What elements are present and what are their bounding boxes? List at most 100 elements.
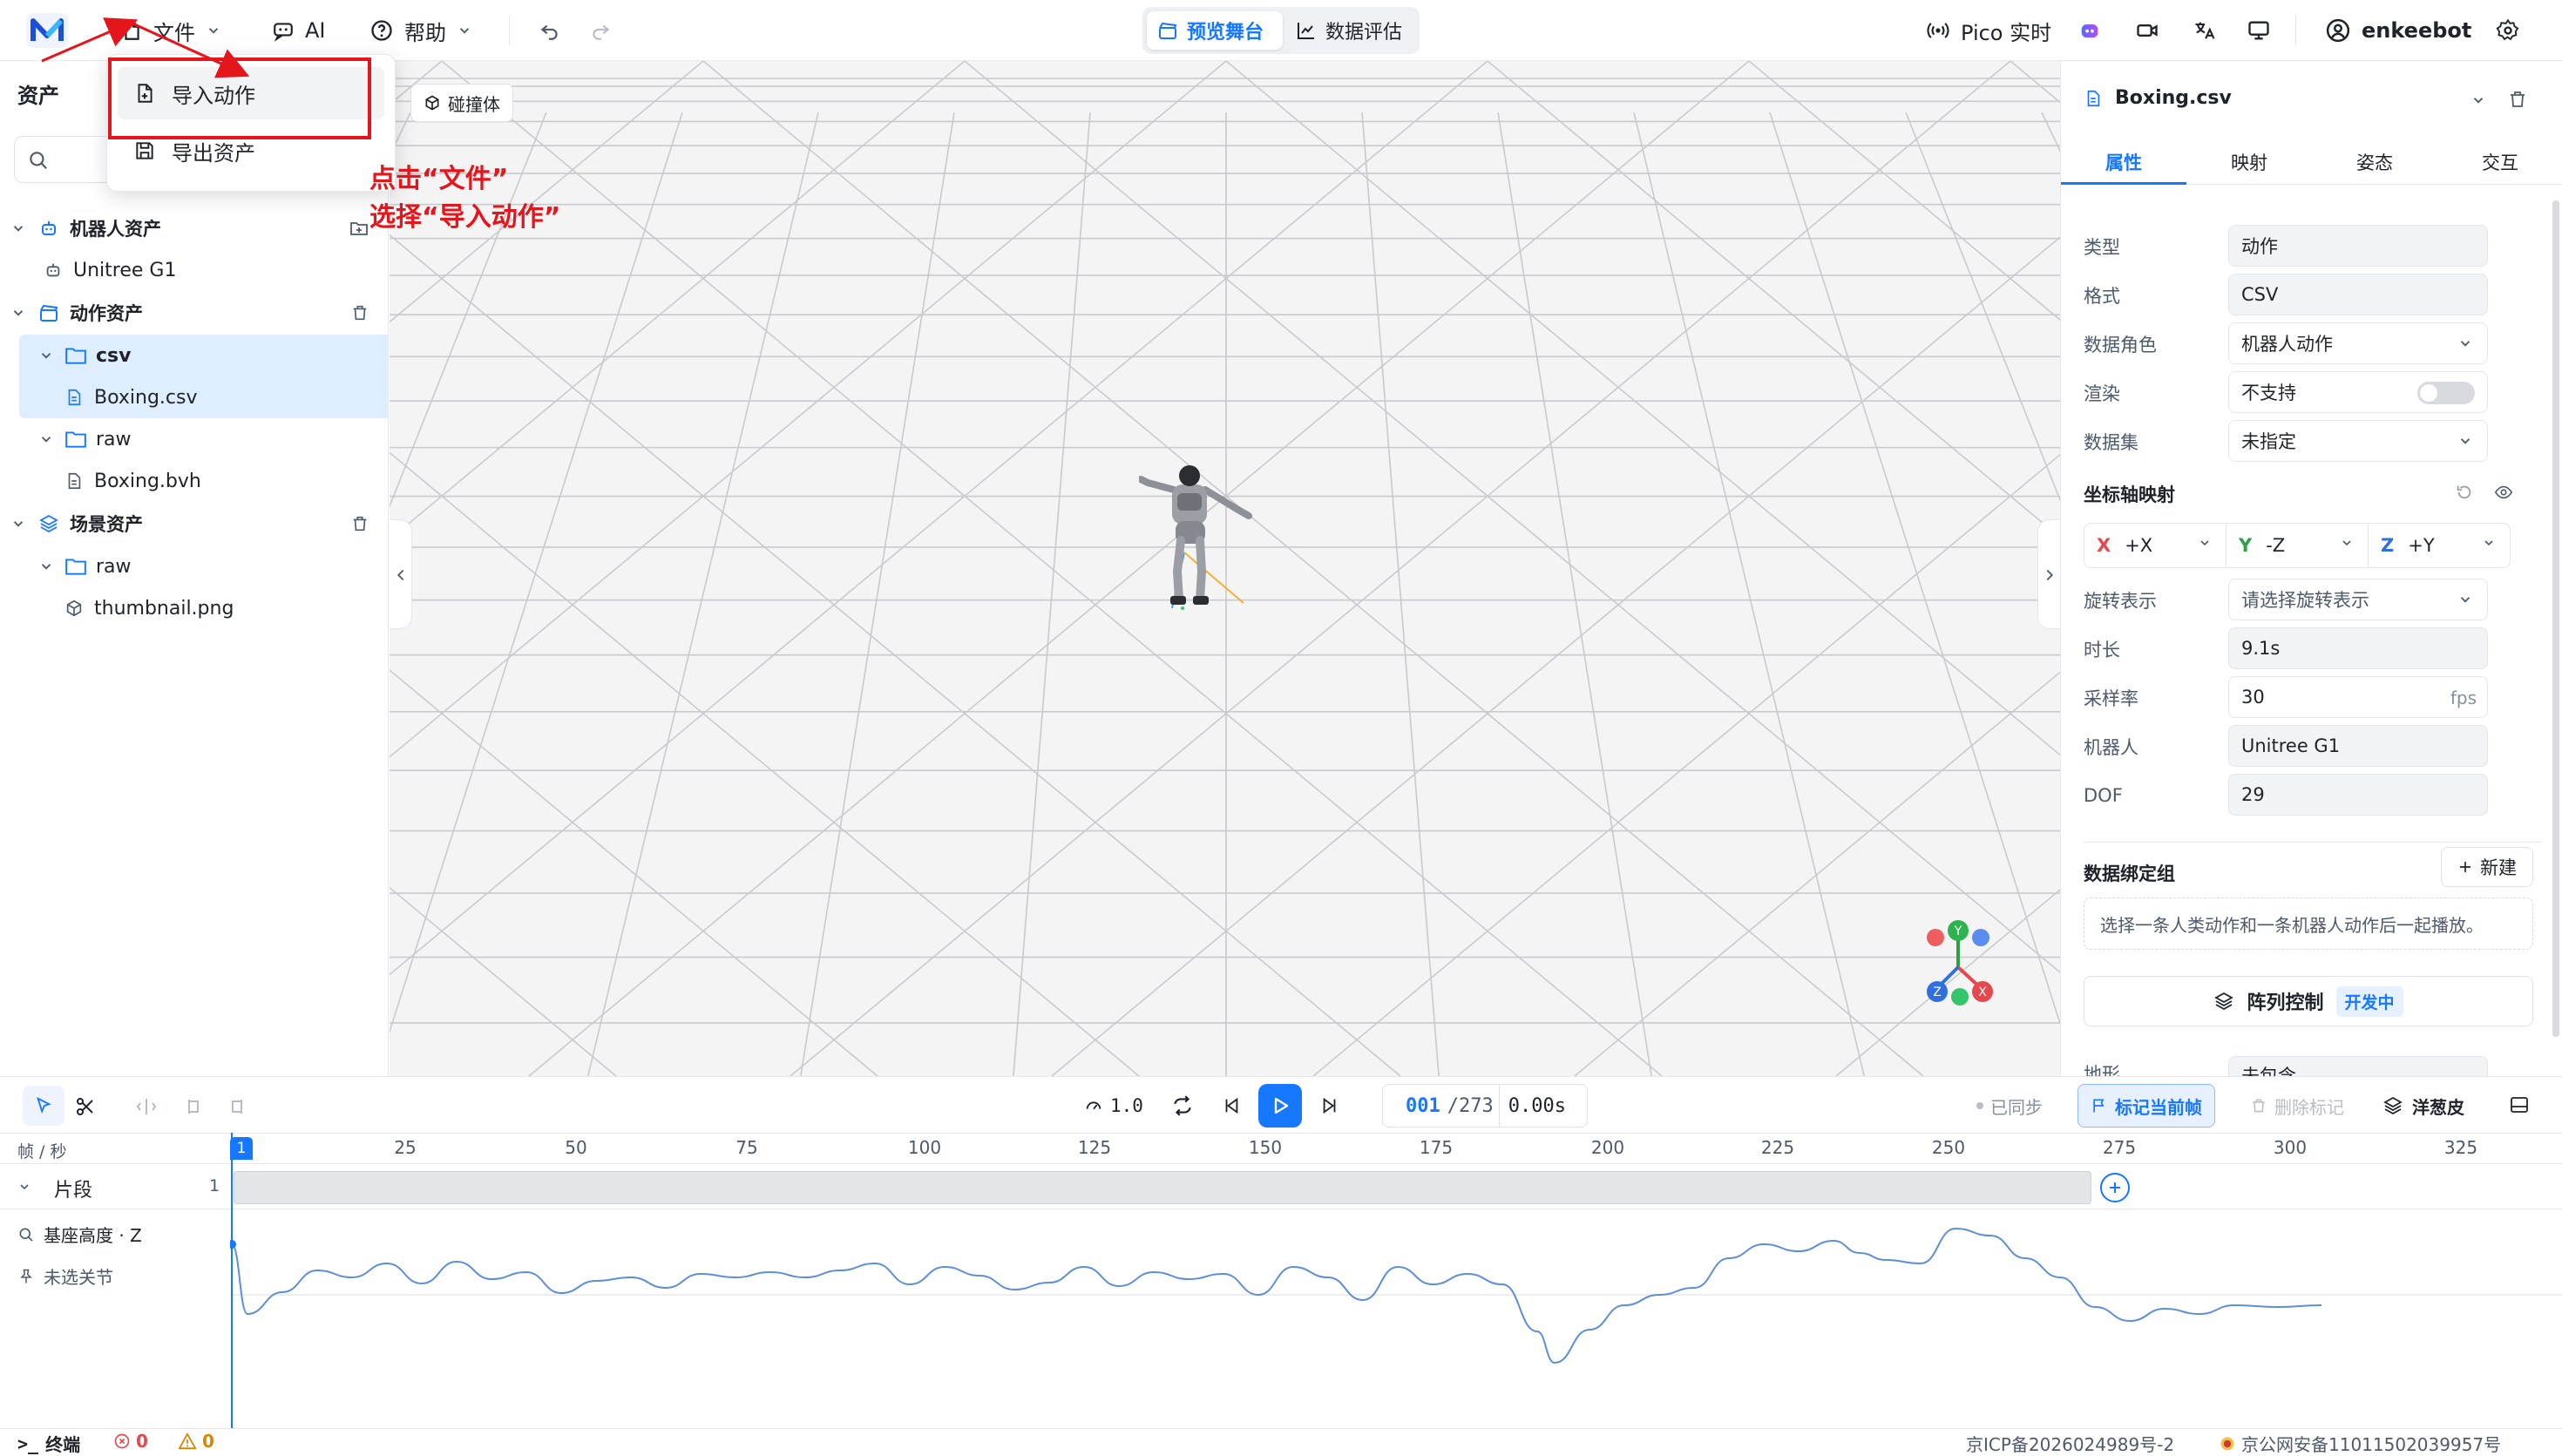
onion-skin-button[interactable]: 洋葱皮: [2374, 1084, 2473, 1128]
tree-group-motion-assets[interactable]: 动作资产: [0, 292, 389, 334]
select-tool-button[interactable]: [23, 1086, 64, 1126]
camera-button[interactable]: [2135, 0, 2159, 61]
tree-folder-label: raw: [96, 555, 132, 578]
trim-start-icon[interactable]: [183, 1096, 204, 1117]
menu-item-label: 导出资产: [172, 140, 255, 166]
warning-count[interactable]: 0: [178, 1431, 214, 1452]
translate-button[interactable]: [2193, 0, 2217, 61]
skip-forward-icon[interactable]: [1320, 1096, 1339, 1115]
trash-icon[interactable]: [2507, 89, 2528, 110]
plus-icon: [2460, 862, 2470, 872]
display-button[interactable]: [2247, 0, 2271, 61]
eye-icon[interactable]: [2493, 483, 2514, 502]
chevron-down-icon[interactable]: [17, 1180, 31, 1194]
tree-item-label: Unitree G1: [73, 259, 177, 281]
fps-input[interactable]: 30 fps: [2228, 676, 2488, 718]
prop-format: 格式 CSV: [2061, 274, 2562, 317]
binding-group-title: 数据绑定组: [2084, 863, 2175, 884]
undo-button[interactable]: [539, 0, 561, 61]
mark-frame-button[interactable]: 标记当前帧: [2077, 1084, 2215, 1128]
add-clip-button[interactable]: [2100, 1173, 2130, 1202]
role-select[interactable]: 机器人动作: [2228, 322, 2488, 364]
loop-icon[interactable]: [1171, 1094, 1194, 1117]
police-record-link[interactable]: 京公网安备11011502039957号: [2219, 1431, 2501, 1456]
axis-y-select[interactable]: Y -Z: [2226, 524, 2369, 567]
tree-file-label: Boxing.bvh: [94, 470, 201, 492]
terminal-toggle[interactable]: >_ 终端: [17, 1431, 80, 1456]
time-ruler[interactable]: 帧 / 秒 1 25 50 75 100 125 150 175 200 225…: [0, 1133, 2562, 1164]
joint-selector[interactable]: 未选关节: [17, 1263, 113, 1289]
array-control-button[interactable]: 阵列控制 开发中: [2084, 976, 2533, 1026]
frame-counter[interactable]: 001 /273 0.00s: [1382, 1084, 1588, 1128]
undo-icon: [540, 24, 558, 40]
settings-button[interactable]: [2496, 0, 2520, 61]
rotation-placeholder: 请选择旋转表示: [2241, 590, 2369, 611]
collapse-left-handle[interactable]: [390, 519, 412, 629]
ai-menu-button[interactable]: AI: [272, 0, 326, 61]
chevron-down-icon[interactable]: [2470, 92, 2486, 108]
divider: [2084, 842, 2542, 843]
dataset-select[interactable]: 未指定: [2228, 420, 2488, 462]
collapse-right-handle[interactable]: [2037, 519, 2060, 629]
tab-interaction[interactable]: 交互: [2437, 139, 2562, 185]
rotation-select[interactable]: 请选择旋转表示: [2228, 579, 2488, 620]
tree-folder-scene-raw[interactable]: raw: [0, 545, 389, 587]
user-menu[interactable]: enkeebot: [2325, 0, 2471, 61]
help-menu-button[interactable]: 帮助: [369, 0, 472, 61]
tree-group-scene-assets[interactable]: 场景资产: [0, 503, 389, 545]
skip-back-icon[interactable]: [1222, 1096, 1241, 1115]
speed-control[interactable]: 1.0: [1084, 1086, 1143, 1126]
trim-end-icon[interactable]: [227, 1096, 247, 1117]
delete-mark-button[interactable]: 删除标记: [2241, 1084, 2353, 1128]
tree-folder-raw[interactable]: raw: [0, 418, 389, 460]
tree-group-robot-assets[interactable]: 机器人资产: [0, 207, 389, 249]
chevron-down-icon: [41, 437, 51, 443]
tab-preview-stage[interactable]: 预览舞台: [1147, 11, 1283, 50]
icp-record-link[interactable]: 京ICP备2026024989号-2: [1966, 1431, 2174, 1456]
assistant-button[interactable]: [2077, 0, 2102, 61]
collider-toggle-button[interactable]: 碰撞体: [410, 84, 513, 122]
panel-toggle-icon[interactable]: [2508, 1094, 2531, 1115]
tree-file-boxing-bvh[interactable]: Boxing.bvh: [0, 460, 389, 502]
add-folder-icon[interactable]: [349, 218, 369, 239]
axis-mapping-row: X +X Y -Z Z +Y: [2084, 523, 2511, 568]
axis-z-select[interactable]: Z +Y: [2369, 524, 2510, 567]
prop-label: 数据集: [2084, 432, 2138, 453]
split-icon[interactable]: [136, 1096, 157, 1117]
play-icon: [1274, 1097, 1289, 1114]
tab-data-eval[interactable]: 数据评估: [1285, 11, 1414, 50]
pico-live-button[interactable]: Pico 实时: [1926, 0, 2051, 61]
3d-viewport[interactable]: 碰撞体 Y Z X: [390, 61, 2060, 1076]
tab-mapping[interactable]: 映射: [2186, 139, 2312, 185]
axis-mapping-title: 坐标轴映射: [2084, 484, 2175, 505]
search-icon[interactable]: [17, 1226, 35, 1243]
police-record-text: 京公网安备11011502039957号: [2241, 1434, 2502, 1455]
tab-pose[interactable]: 姿态: [2312, 139, 2437, 185]
error-count[interactable]: 0: [113, 1431, 148, 1452]
playhead-marker[interactable]: 1: [230, 1137, 253, 1160]
robot-face-icon: [2081, 24, 2098, 38]
new-binding-button[interactable]: 新建: [2441, 847, 2533, 887]
redo-button[interactable]: [589, 0, 612, 61]
panel-scrollbar[interactable]: [2552, 200, 2559, 1037]
scissors-icon[interactable]: [75, 1096, 96, 1117]
tree-file-boxing-csv[interactable]: Boxing.csv: [0, 376, 389, 418]
prop-rotation: 旋转表示 请选择旋转表示: [2061, 579, 2562, 622]
axis-gizmo[interactable]: Y Z X: [1888, 915, 2019, 1019]
tree-file-thumbnail[interactable]: thumbnail.png: [0, 587, 389, 629]
play-button[interactable]: [1258, 1084, 1302, 1128]
render-toggle[interactable]: [2417, 382, 2475, 404]
trash-icon[interactable]: [350, 303, 369, 322]
tab-properties[interactable]: 属性: [2061, 139, 2186, 185]
clapperboard-icon: [1159, 22, 1177, 39]
dataset-value: 未指定: [2241, 431, 2296, 452]
axis-x-select[interactable]: X +X: [2084, 524, 2226, 567]
cube-icon: [425, 95, 439, 111]
motion-clip[interactable]: [234, 1171, 2091, 1204]
tree-item-unitree-g1[interactable]: Unitree G1: [0, 249, 389, 291]
trash-icon[interactable]: [350, 514, 369, 533]
tree-folder-csv[interactable]: csv: [0, 335, 389, 376]
gizmo-y-label: Y: [1954, 924, 1962, 938]
collider-label: 碰撞体: [448, 93, 500, 115]
reset-icon[interactable]: [2455, 483, 2474, 502]
